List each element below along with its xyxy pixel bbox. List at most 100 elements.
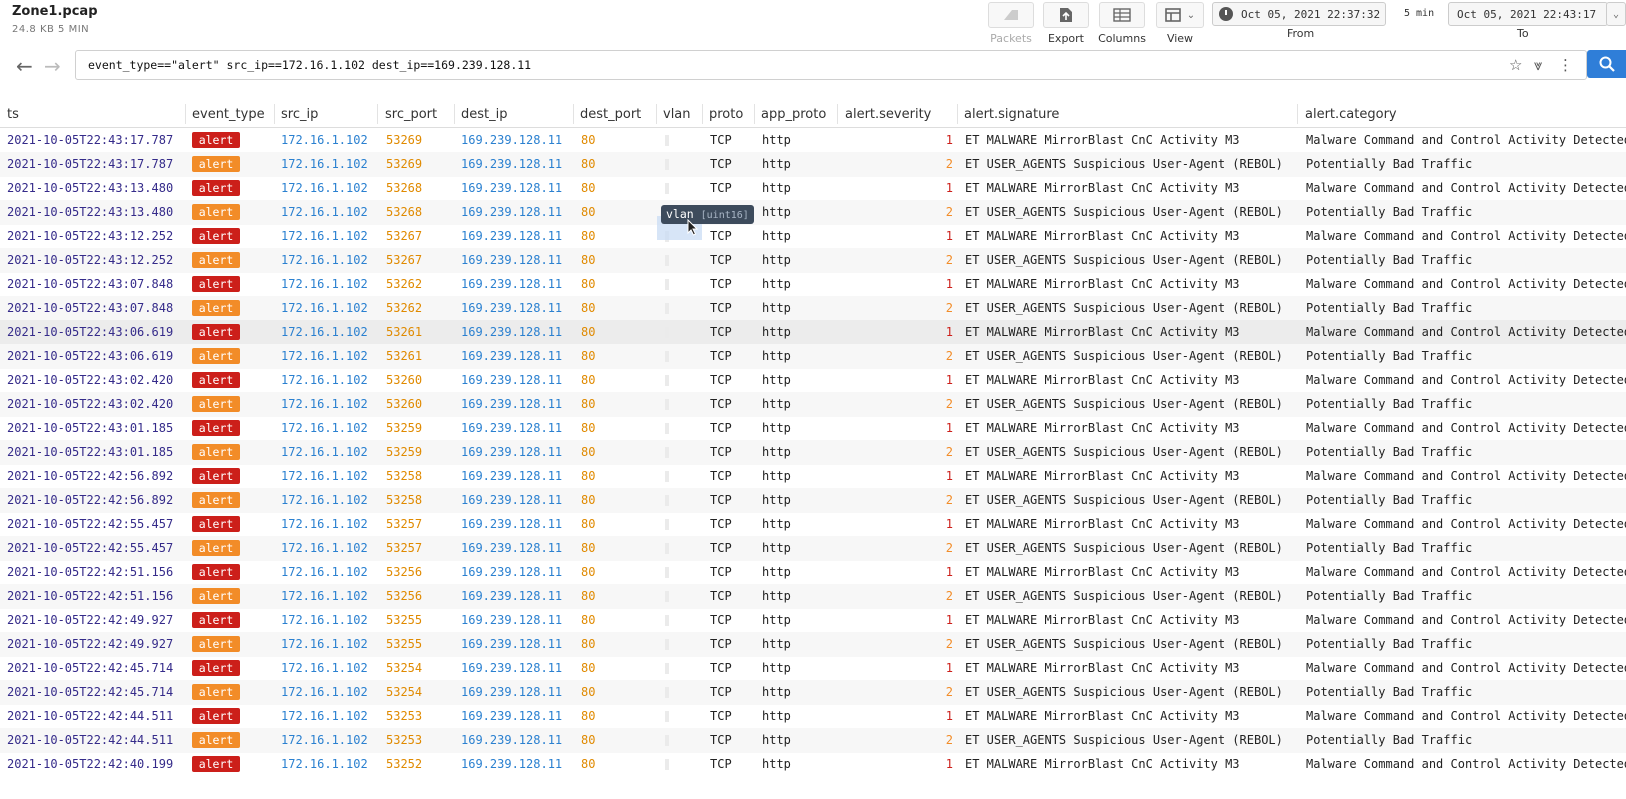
table-row[interactable]: 2021-10-05T22:43:17.787 alert 172.16.1.102… [0,128,1626,153]
time-dropdown-button[interactable]: ⌄ [1606,2,1626,26]
column-divider[interactable] [1297,104,1298,124]
file-title: Zone1.pcap [12,4,98,19]
table-row[interactable]: 2021-10-05T22:43:01.185 alert 172.16.1.102… [0,440,1626,465]
src-port-cell: 53258 [386,469,423,483]
packets-button[interactable]: Packets [981,0,1041,45]
dest-ip-cell: 169.239.128.11 [461,301,563,315]
signature-cell: ET MALWARE MirrorBlast CnC Activity M3 [965,421,1240,435]
column-divider[interactable] [837,104,838,124]
export-button[interactable]: Export [1036,0,1096,45]
column-divider[interactable] [274,104,275,124]
table-row[interactable]: 2021-10-05T22:42:56.892 alert 172.16.1.102… [0,464,1626,489]
src-ip-cell: 172.16.1.102 [281,421,368,435]
table-row[interactable]: 2021-10-05T22:42:44.511 alert 172.16.1.102… [0,728,1626,753]
column-header-alert-category[interactable]: alert.category [1305,107,1397,122]
event-type-badge: alert [192,252,240,268]
table-row[interactable]: 2021-10-05T22:42:44.511 alert 172.16.1.102… [0,704,1626,729]
table-row[interactable]: 2021-10-05T22:42:51.156 alert 172.16.1.102… [0,584,1626,609]
pin-icon[interactable]: ⩔ [1534,56,1542,74]
table-row[interactable]: 2021-10-05T22:42:49.927 alert 172.16.1.102… [0,632,1626,657]
column-divider[interactable] [377,104,378,124]
severity-cell: 2 [945,445,953,459]
column-header-dest-port[interactable]: dest_port [580,107,641,122]
columns-button[interactable]: Columns [1092,0,1152,45]
dest-ip-cell: 169.239.128.11 [461,565,563,579]
column-header-app-proto[interactable]: app_proto [761,107,826,122]
search-button[interactable] [1587,50,1626,78]
table-row[interactable]: 2021-10-05T22:43:17.787 alert 172.16.1.102… [0,152,1626,177]
more-vert-icon[interactable]: ⋮ [1558,56,1573,74]
column-header-vlan[interactable]: vlan [663,107,691,122]
category-cell: Malware Command and Control Activity Det… [1306,757,1626,771]
table-row[interactable]: 2021-10-05T22:42:51.156 alert 172.16.1.102… [0,560,1626,585]
vlan-cell [665,351,669,362]
severity-cell: 1 [945,421,953,435]
src-port-cell: 53261 [386,349,423,363]
table-row[interactable]: 2021-10-05T22:43:13.480 alert 172.16.1.102… [0,200,1626,225]
src-ip-cell: 172.16.1.102 [281,469,368,483]
src-ip-cell: 172.16.1.102 [281,757,368,771]
column-header-proto[interactable]: proto [709,107,743,122]
vlan-cell [665,423,669,434]
vlan-cell [665,303,669,314]
event-type-badge: alert [192,564,240,580]
event-type-badge: alert [192,276,240,292]
dest-ip-cell: 169.239.128.11 [461,325,563,339]
proto-cell: TCP [710,565,732,579]
to-time-input[interactable]: Oct 05, 2021 22:43:17 [1448,2,1608,26]
column-header-alert-severity[interactable]: alert.severity [845,107,931,122]
column-divider[interactable] [702,104,703,124]
column-divider[interactable] [656,104,657,124]
column-divider[interactable] [754,104,755,124]
column-divider[interactable] [957,104,958,124]
column-header-event-type[interactable]: event_type [192,107,265,122]
src-ip-cell: 172.16.1.102 [281,373,368,387]
table-row[interactable]: 2021-10-05T22:42:40.199 alert 172.16.1.102… [0,752,1626,777]
dest-port-cell: 80 [581,277,596,291]
star-icon[interactable]: ☆ [1509,56,1522,74]
table-row[interactable]: 2021-10-05T22:43:07.848 alert 172.16.1.102… [0,272,1626,297]
column-divider[interactable] [185,104,186,124]
table-row[interactable]: 2021-10-05T22:43:01.185 alert 172.16.1.102… [0,416,1626,441]
src-port-cell: 53261 [386,325,423,339]
signature-cell: ET MALWARE MirrorBlast CnC Activity M3 [965,325,1240,339]
table-row[interactable]: 2021-10-05T22:42:45.714 alert 172.16.1.102… [0,680,1626,705]
column-header-alert-signature[interactable]: alert.signature [964,107,1059,122]
proto-cell: TCP [710,469,732,483]
table-row[interactable]: 2021-10-05T22:43:06.619 alert 172.16.1.102… [0,320,1626,345]
app-proto-cell: http [762,133,791,147]
table-row[interactable]: 2021-10-05T22:43:07.848 alert 172.16.1.102… [0,296,1626,321]
dest-ip-cell: 169.239.128.11 [461,445,563,459]
column-divider[interactable] [573,104,574,124]
table-row[interactable]: 2021-10-05T22:43:06.619 alert 172.16.1.102… [0,344,1626,369]
column-header-src-ip[interactable]: src_ip [281,107,318,122]
proto-cell: TCP [710,757,732,771]
dest-port-cell: 80 [581,181,596,195]
table-row[interactable]: 2021-10-05T22:42:49.927 alert 172.16.1.102… [0,608,1626,633]
search-input[interactable]: event_type=="alert" src_ip==172.16.1.102… [75,50,1587,80]
view-button[interactable]: ⌄ View [1150,0,1210,45]
column-header-ts[interactable]: ts [7,107,19,122]
signature-cell: ET USER_AGENTS Suspicious User-Agent (RE… [965,445,1283,459]
category-cell: Malware Command and Control Activity Det… [1306,565,1626,579]
severity-cell: 2 [945,685,953,699]
column-header-dest-ip[interactable]: dest_ip [461,107,507,122]
column-header-src-port[interactable]: src_port [385,107,437,122]
table-row[interactable]: 2021-10-05T22:43:12.252 alert 172.16.1.102… [0,248,1626,273]
columns-icon [1099,2,1145,28]
table-row[interactable]: 2021-10-05T22:43:12.252 alert 172.16.1.102… [0,224,1626,249]
forward-arrow-icon[interactable]: → [44,54,61,78]
table-row[interactable]: 2021-10-05T22:43:02.420 alert 172.16.1.102… [0,392,1626,417]
table-row[interactable]: 2021-10-05T22:42:55.457 alert 172.16.1.102… [0,512,1626,537]
table-row[interactable]: 2021-10-05T22:42:55.457 alert 172.16.1.102… [0,536,1626,561]
app-proto-cell: http [762,685,791,699]
from-time-input[interactable]: Oct 05, 2021 22:37:32 [1212,2,1386,26]
column-divider[interactable] [454,104,455,124]
table-row[interactable]: 2021-10-05T22:43:13.480 alert 172.16.1.102… [0,176,1626,201]
app-proto-cell: http [762,181,791,195]
table-row[interactable]: 2021-10-05T22:42:45.714 alert 172.16.1.102… [0,656,1626,681]
table-row[interactable]: 2021-10-05T22:43:02.420 alert 172.16.1.102… [0,368,1626,393]
back-arrow-icon[interactable]: ← [16,54,33,78]
event-type-badge: alert [192,708,240,724]
table-row[interactable]: 2021-10-05T22:42:56.892 alert 172.16.1.102… [0,488,1626,513]
